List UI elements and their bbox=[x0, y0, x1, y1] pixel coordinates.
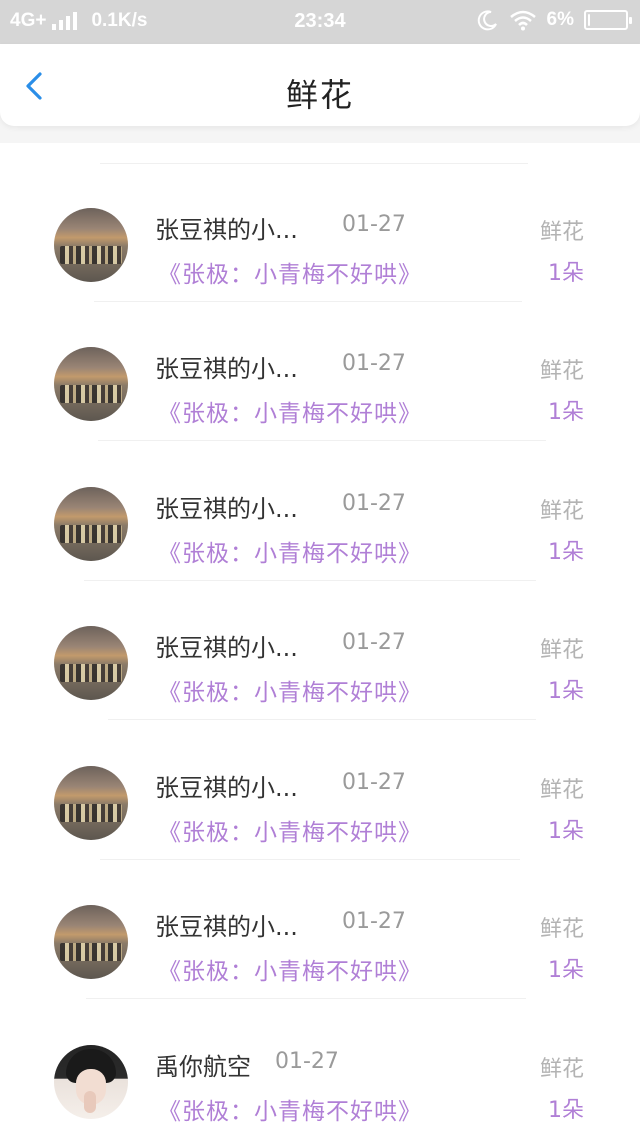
sent-date: 01-27 bbox=[342, 630, 406, 655]
page-title: 鲜花 bbox=[285, 76, 354, 114]
battery-icon bbox=[584, 10, 632, 30]
sent-date: 01-27 bbox=[342, 491, 406, 516]
gift-type: 鲜花 bbox=[539, 638, 584, 663]
moon-icon bbox=[477, 9, 499, 31]
battery-fill bbox=[588, 14, 590, 26]
avatar-people bbox=[60, 664, 122, 682]
gift-type: 鲜花 bbox=[539, 778, 584, 803]
list-item[interactable]: 张豆祺的小... 01-27 《张极：小青梅不好哄》 鲜花 1朵 bbox=[0, 143, 640, 302]
avatar-people bbox=[60, 385, 122, 403]
group-photo-avatar[interactable] bbox=[54, 347, 128, 421]
gift-type: 鲜花 bbox=[539, 499, 584, 524]
list-item[interactable]: 张豆祺的小... 01-27 《张极：小青梅不好哄》 鲜花 1朵 bbox=[0, 840, 640, 999]
group-photo-avatar[interactable] bbox=[54, 208, 128, 282]
sent-date: 01-27 bbox=[342, 909, 406, 934]
group-photo-avatar[interactable] bbox=[54, 905, 128, 979]
avatar-hand bbox=[84, 1091, 96, 1113]
sender-name: 张豆祺的小... bbox=[155, 913, 298, 941]
book-title-link[interactable]: 《张极：小青梅不好哄》 bbox=[158, 1092, 422, 1126]
sent-date: 01-27 bbox=[342, 770, 406, 795]
gift-type: 鲜花 bbox=[539, 1057, 584, 1082]
list-item[interactable]: 禹你航空 01-27 《张极：小青梅不好哄》 鲜花 1朵 bbox=[0, 980, 640, 1125]
sent-date: 01-27 bbox=[275, 1049, 339, 1074]
status-right: 6% bbox=[477, 9, 632, 31]
sent-date: 01-27 bbox=[342, 212, 406, 237]
group-photo-avatar[interactable] bbox=[54, 766, 128, 840]
sent-date: 01-27 bbox=[342, 351, 406, 376]
avatar-people bbox=[60, 804, 122, 822]
list-item[interactable]: 张豆祺的小... 01-27 《张极：小青梅不好哄》 鲜花 1朵 bbox=[0, 561, 640, 720]
sender-name: 张豆祺的小... bbox=[155, 495, 298, 523]
sender-name: 张豆祺的小... bbox=[155, 355, 298, 383]
status-bar: 4G+ 0.1K/s 23:34 6% bbox=[0, 0, 640, 44]
list-item[interactable]: 张豆祺的小... 01-27 《张极：小青梅不好哄》 鲜花 1朵 bbox=[0, 422, 640, 581]
sender-name: 张豆祺的小... bbox=[155, 774, 298, 802]
gift-list: 张豆祺的小... 01-27 《张极：小青梅不好哄》 鲜花 1朵 张豆祺的小..… bbox=[0, 143, 640, 1138]
gift-type: 鲜花 bbox=[539, 359, 584, 384]
list-item[interactable]: 张豆祺的小... 01-27 《张极：小青梅不好哄》 鲜花 1朵 bbox=[0, 701, 640, 860]
sender-name: 张豆祺的小... bbox=[155, 216, 298, 244]
avatar-people bbox=[60, 525, 122, 543]
wifi-icon bbox=[509, 9, 537, 31]
gift-type: 鲜花 bbox=[539, 917, 584, 942]
sender-name: 禹你航空 bbox=[155, 1053, 251, 1081]
portrait-avatar[interactable] bbox=[54, 1045, 128, 1119]
gift-count: 1朵 bbox=[548, 1098, 584, 1123]
sender-name: 张豆祺的小... bbox=[155, 634, 298, 662]
battery-percent: 6% bbox=[546, 9, 574, 30]
gift-type: 鲜花 bbox=[539, 220, 584, 245]
avatar-people bbox=[60, 246, 122, 264]
group-photo-avatar[interactable] bbox=[54, 626, 128, 700]
list-item[interactable]: 张豆祺的小... 01-27 《张极：小青梅不好哄》 鲜花 1朵 bbox=[0, 282, 640, 441]
avatar-people bbox=[60, 943, 122, 961]
nav-bar: 鲜花 bbox=[0, 44, 640, 126]
group-photo-avatar[interactable] bbox=[54, 487, 128, 561]
